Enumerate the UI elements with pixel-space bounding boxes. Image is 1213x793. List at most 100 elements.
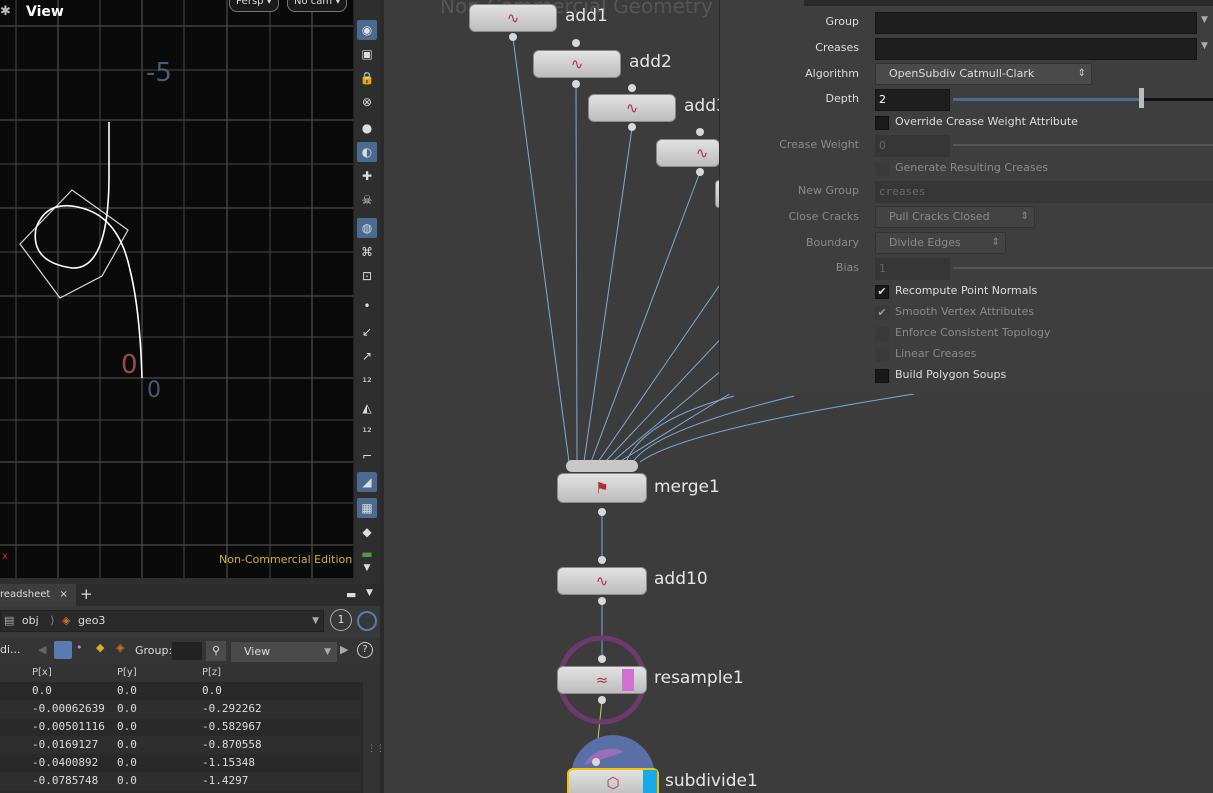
vertices-icon[interactable]: • <box>76 641 83 654</box>
viewport[interactable]: ✱ View Persp ▾ No cam ▾ -5 0 0 x Non-Com… <box>0 0 353 578</box>
group-field[interactable] <box>875 12 1197 34</box>
persp-menu[interactable]: Persp ▾ <box>229 0 279 12</box>
camera-icon[interactable]: ⊡ <box>357 266 377 286</box>
primitives-icon[interactable]: ◆ <box>96 641 104 654</box>
merge-input-bar[interactable] <box>566 460 638 472</box>
play-icon[interactable]: ▶ <box>340 643 348 656</box>
output-port[interactable] <box>598 696 606 704</box>
input-port[interactable] <box>628 84 636 92</box>
smooth-vertex-checkbox[interactable]: ✔ <box>875 306 889 320</box>
depth-slider-handle[interactable] <box>1139 88 1144 108</box>
render-flag[interactable] <box>643 770 657 793</box>
output-port[interactable] <box>572 80 580 88</box>
crease-weight-field[interactable]: 0 <box>875 135 950 157</box>
input-port[interactable] <box>572 39 580 47</box>
bias-field[interactable]: 1 <box>875 258 950 280</box>
depth-field[interactable]: 2 <box>875 89 950 111</box>
edge-icon[interactable]: ⌐ <box>357 446 377 466</box>
input-port[interactable] <box>696 128 704 136</box>
filter-icon[interactable]: ⚲ <box>206 641 226 661</box>
input-port[interactable] <box>592 758 600 766</box>
skull-icon[interactable]: ☠ <box>357 190 377 210</box>
path-dropdown-icon[interactable]: ▼ <box>312 611 319 631</box>
points-icon[interactable] <box>54 641 72 659</box>
pane-menu-icon[interactable]: ▼ <box>366 588 373 598</box>
point-icon[interactable]: • <box>357 296 377 316</box>
input-port[interactable] <box>598 556 606 564</box>
linear-creases-checkbox[interactable] <box>875 348 889 362</box>
vector-icon[interactable]: ↗ <box>357 346 377 366</box>
creases-dropdown-icon[interactable]: ▼ <box>1201 41 1208 51</box>
group-dropdown-icon[interactable]: ▼ <box>1201 15 1208 25</box>
group-field[interactable] <box>172 642 202 660</box>
table-row[interactable] <box>0 682 360 700</box>
node-resample1[interactable]: ≈ <box>557 666 647 694</box>
build-soups-checkbox[interactable] <box>875 369 889 383</box>
column-header[interactable]: P[y] <box>114 664 200 682</box>
diamond-icon[interactable]: ◆ <box>357 522 377 542</box>
point-number-icon[interactable]: ¹² <box>357 372 377 392</box>
output-port[interactable] <box>509 33 517 41</box>
output-port[interactable] <box>598 508 606 516</box>
path-geo3[interactable]: geo3 <box>78 614 105 627</box>
output-port[interactable] <box>696 168 704 176</box>
uv-icon[interactable]: ▦ <box>357 498 377 518</box>
link-icon[interactable] <box>357 611 377 631</box>
close-icon[interactable]: × <box>59 589 67 600</box>
camera-menu[interactable]: No cam ▾ <box>287 0 348 12</box>
crease-weight-slider[interactable] <box>953 144 1213 146</box>
template-icon[interactable]: ⌘ <box>357 242 377 262</box>
normal-icon[interactable]: ↙ <box>357 322 377 342</box>
bulb-icon[interactable]: ✚ <box>357 166 377 186</box>
node-add2[interactable]: ∿ <box>533 50 621 78</box>
scrollbar[interactable]: ⋮⋮ <box>363 664 385 793</box>
prim-icon[interactable]: ◭ <box>357 398 377 418</box>
display-flag[interactable] <box>622 669 634 691</box>
new-group-field[interactable]: creases <box>875 181 1213 203</box>
depth-slider-track[interactable] <box>953 98 1213 101</box>
light-icon[interactable]: ◐ <box>357 142 377 162</box>
prim-number-icon[interactable]: ¹² <box>357 422 377 442</box>
column-header[interactable]: P[x] <box>29 664 115 682</box>
maximize-icon[interactable]: ▬ <box>346 588 356 601</box>
node-merge1[interactable]: ⚑ <box>557 473 647 503</box>
node-label-resample1[interactable]: resample1 <box>654 668 744 688</box>
algorithm-menu[interactable]: OpenSubdiv Catmull-Clark ⇕ <box>875 63 1092 85</box>
lock-icon[interactable]: 🔒 <box>357 68 377 88</box>
node-add4[interactable]: ∿ <box>656 139 720 167</box>
xray-icon[interactable]: ⊗ <box>357 92 377 112</box>
ghost-icon[interactable]: ◍ <box>357 218 377 238</box>
output-port[interactable] <box>598 597 606 605</box>
node-add3[interactable]: ∿ <box>588 94 676 122</box>
enforce-topology-checkbox[interactable] <box>875 327 889 341</box>
node-label-add10[interactable]: add10 <box>654 569 708 589</box>
node-add1[interactable]: ∿ <box>469 4 557 32</box>
bias-slider[interactable] <box>953 267 1213 269</box>
input-port[interactable] <box>598 655 606 663</box>
mode-label[interactable]: di... <box>0 643 21 656</box>
boundary-menu[interactable]: Divide Edges ⇕ <box>875 232 1006 254</box>
output-port[interactable] <box>628 123 636 131</box>
node-label-subdivide1[interactable]: subdivide1 <box>665 771 758 791</box>
hull-icon[interactable]: ◢ <box>357 472 377 492</box>
gen-creases-checkbox[interactable] <box>875 162 889 176</box>
tab-spreadsheet[interactable]: readsheet × <box>0 584 76 606</box>
path-field[interactable]: ▤ obj ⟩ ◈ geo3 ▼ <box>0 610 324 632</box>
path-obj[interactable]: obj <box>22 614 39 627</box>
node-label-merge1[interactable]: merge1 <box>654 477 720 497</box>
view-mode-icon[interactable]: ◉ <box>357 20 377 40</box>
help-icon[interactable]: ? <box>357 642 373 658</box>
snapshot-icon[interactable]: ▣ <box>357 44 377 64</box>
detail-icon[interactable]: ◈ <box>116 641 124 654</box>
gear-icon[interactable]: ✱ <box>0 4 11 19</box>
node-add10[interactable]: ∿ <box>557 567 647 595</box>
override-crease-checkbox[interactable] <box>875 116 889 130</box>
prev-icon[interactable]: ◀ <box>38 643 46 656</box>
creases-field[interactable] <box>875 38 1197 60</box>
recompute-normals-checkbox[interactable]: ✔ <box>875 285 889 299</box>
scroll-down-icon[interactable]: ▼ <box>357 558 377 578</box>
add-tab-button[interactable]: + <box>80 585 93 603</box>
close-cracks-menu[interactable]: Pull Cracks Closed ⇕ <box>875 206 1035 228</box>
view-dropdown[interactable]: View ▼ <box>230 641 338 663</box>
node-subdivide1[interactable]: ⬡ <box>567 768 659 793</box>
